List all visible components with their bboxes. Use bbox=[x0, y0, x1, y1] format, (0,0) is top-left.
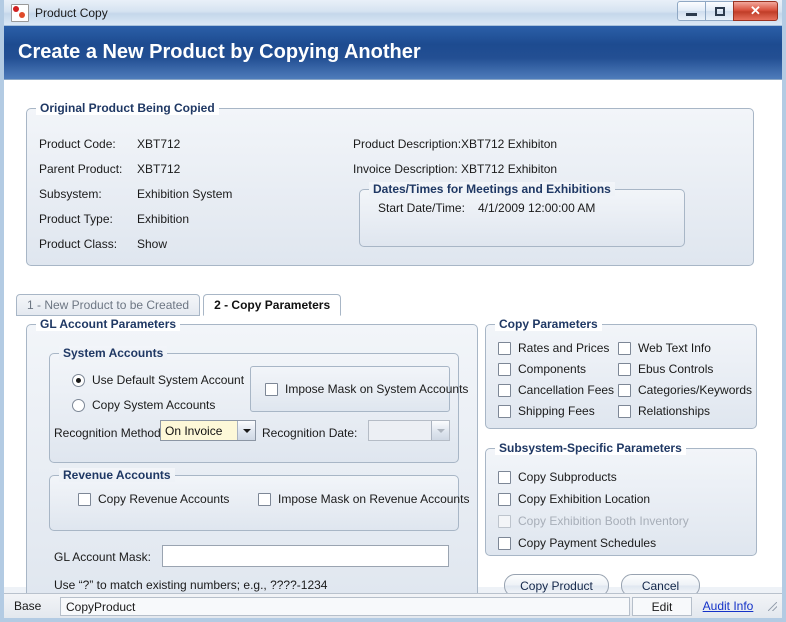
checkbox-rates-and-prices-label: Rates and Prices bbox=[518, 341, 609, 355]
product-code-label: Product Code: bbox=[39, 137, 116, 151]
chevron-down-icon[interactable] bbox=[237, 421, 255, 440]
page-header: Create a New Product by Copying Another bbox=[4, 26, 782, 80]
subsystem-specific-parameters-group: Subsystem-Specific Parameters Copy Subpr… bbox=[485, 448, 757, 556]
gl-account-parameters-legend: GL Account Parameters bbox=[36, 317, 180, 331]
checkbox-copy-revenue-accounts-label: Copy Revenue Accounts bbox=[98, 492, 229, 506]
dates-times-legend: Dates/Times for Meetings and Exhibitions bbox=[369, 182, 615, 196]
product-type-value: Exhibition bbox=[137, 212, 189, 226]
chevron-down-icon-disabled bbox=[431, 421, 449, 440]
checkbox-relationships-label: Relationships bbox=[638, 404, 710, 418]
recognition-method-select[interactable]: On Invoice bbox=[160, 420, 256, 441]
checkbox-categories-keywords[interactable] bbox=[618, 384, 631, 397]
page-title: Create a New Product by Copying Another bbox=[18, 41, 421, 64]
checkbox-cancellation-fees[interactable] bbox=[498, 384, 511, 397]
invoice-description-value: XBT712 Exhibiton bbox=[461, 162, 557, 176]
checkbox-web-text-info[interactable] bbox=[618, 342, 631, 355]
minimize-icon bbox=[686, 13, 697, 16]
product-copy-window: Product Copy ✕ Create a New Product by C… bbox=[0, 0, 786, 622]
checkbox-impose-mask-on-system-accounts-label: Impose Mask on System Accounts bbox=[285, 382, 468, 396]
status-form-name: CopyProduct bbox=[60, 597, 630, 616]
checkbox-shipping-fees[interactable] bbox=[498, 405, 511, 418]
checkbox-cancellation-fees-label: Cancellation Fees bbox=[518, 383, 614, 397]
close-button[interactable]: ✕ bbox=[733, 1, 778, 21]
checkbox-copy-subproducts[interactable] bbox=[498, 471, 511, 484]
minimize-button[interactable] bbox=[677, 1, 706, 21]
tab-new-product-to-be-created[interactable]: 1 - New Product to be Created bbox=[16, 294, 200, 316]
checkbox-copy-subproducts-label: Copy Subproducts bbox=[518, 470, 617, 484]
checkbox-copy-revenue-accounts[interactable] bbox=[78, 493, 91, 506]
status-edit-button[interactable]: Edit bbox=[632, 597, 692, 616]
subsystem-label: Subsystem: bbox=[39, 187, 102, 201]
checkbox-shipping-fees-label: Shipping Fees bbox=[518, 404, 595, 418]
copy-parameters-group: Copy Parameters Rates and Prices Compone… bbox=[485, 324, 757, 429]
impose-mask-system-panel: Impose Mask on System Accounts bbox=[250, 366, 450, 412]
parent-product-value: XBT712 bbox=[137, 162, 180, 176]
status-bar: Base CopyProduct Edit Audit Info bbox=[4, 593, 782, 618]
radio-copy-system-accounts[interactable] bbox=[72, 399, 85, 412]
product-class-label: Product Class: bbox=[39, 237, 117, 251]
resize-grip-icon[interactable] bbox=[766, 600, 778, 612]
checkbox-components-label: Components bbox=[518, 362, 586, 376]
product-code-value: XBT712 bbox=[137, 137, 180, 151]
checkbox-ebus-controls[interactable] bbox=[618, 363, 631, 376]
maximize-icon bbox=[715, 7, 725, 16]
checkbox-categories-keywords-label: Categories/Keywords bbox=[638, 383, 752, 397]
copy-parameters-legend: Copy Parameters bbox=[495, 317, 602, 331]
dialog-body: Original Product Being Copied Product Co… bbox=[4, 80, 782, 587]
checkbox-copy-exhibition-booth-inventory-label: Copy Exhibition Booth Inventory bbox=[518, 514, 689, 528]
invoice-description-label: Invoice Description: bbox=[353, 162, 458, 176]
checkbox-copy-payment-schedules[interactable] bbox=[498, 537, 511, 550]
checkbox-copy-exhibition-location[interactable] bbox=[498, 493, 511, 506]
window-controls: ✕ bbox=[678, 1, 778, 21]
product-description-label: Product Description: bbox=[353, 137, 461, 151]
radio-use-default-system-account-label: Use Default System Account bbox=[92, 373, 244, 387]
original-product-group: Original Product Being Copied Product Co… bbox=[26, 108, 754, 266]
radio-use-default-system-account[interactable] bbox=[72, 374, 85, 387]
system-accounts-group: System Accounts Use Default System Accou… bbox=[49, 353, 459, 463]
product-copy-icon bbox=[11, 4, 29, 22]
gl-account-mask-hint: Use “?” to match existing numbers; e.g.,… bbox=[54, 578, 327, 592]
checkbox-copy-exhibition-booth-inventory bbox=[498, 515, 511, 528]
subsystem-value: Exhibition System bbox=[137, 187, 232, 201]
subsystem-specific-parameters-legend: Subsystem-Specific Parameters bbox=[495, 441, 686, 455]
checkbox-impose-mask-on-revenue-accounts-label: Impose Mask on Revenue Accounts bbox=[278, 492, 469, 506]
checkbox-ebus-controls-label: Ebus Controls bbox=[638, 362, 713, 376]
window-title: Product Copy bbox=[35, 6, 108, 20]
checkbox-impose-mask-on-system-accounts[interactable] bbox=[265, 383, 278, 396]
radio-copy-system-accounts-label: Copy System Accounts bbox=[92, 398, 215, 412]
gl-account-mask-input[interactable] bbox=[162, 545, 449, 567]
revenue-accounts-group: Revenue Accounts Copy Revenue Accounts I… bbox=[49, 475, 459, 531]
recognition-method-label: Recognition Method: bbox=[54, 426, 164, 440]
product-type-label: Product Type: bbox=[39, 212, 113, 226]
tab-strip: 1 - New Product to be Created 2 - Copy P… bbox=[16, 294, 341, 316]
start-datetime-value: 4/1/2009 12:00:00 AM bbox=[478, 201, 595, 215]
maximize-button[interactable] bbox=[705, 1, 734, 21]
checkbox-impose-mask-on-revenue-accounts[interactable] bbox=[258, 493, 271, 506]
checkbox-web-text-info-label: Web Text Info bbox=[638, 341, 711, 355]
recognition-date-label: Recognition Date: bbox=[262, 426, 357, 440]
tab-copy-parameters[interactable]: 2 - Copy Parameters bbox=[203, 294, 341, 316]
recognition-date-select[interactable] bbox=[368, 420, 450, 441]
window-title-bar[interactable]: Product Copy ✕ bbox=[4, 0, 782, 26]
gl-account-parameters-group: GL Account Parameters System Accounts Us… bbox=[26, 324, 478, 612]
checkbox-rates-and-prices[interactable] bbox=[498, 342, 511, 355]
checkbox-relationships[interactable] bbox=[618, 405, 631, 418]
system-accounts-legend: System Accounts bbox=[59, 346, 167, 360]
product-description-value: XBT712 Exhibiton bbox=[461, 137, 557, 151]
product-class-value: Show bbox=[137, 237, 167, 251]
checkbox-copy-payment-schedules-label: Copy Payment Schedules bbox=[518, 536, 656, 550]
original-product-legend: Original Product Being Copied bbox=[36, 101, 219, 115]
dates-times-group: Dates/Times for Meetings and Exhibitions… bbox=[359, 189, 685, 247]
parent-product-label: Parent Product: bbox=[39, 162, 122, 176]
recognition-method-value: On Invoice bbox=[161, 424, 237, 438]
status-base-label: Base bbox=[8, 597, 60, 616]
checkbox-components[interactable] bbox=[498, 363, 511, 376]
start-datetime-label: Start Date/Time: bbox=[378, 201, 465, 215]
audit-info-link[interactable]: Audit Info bbox=[692, 597, 764, 616]
checkbox-copy-exhibition-location-label: Copy Exhibition Location bbox=[518, 492, 650, 506]
gl-account-mask-label: GL Account Mask: bbox=[54, 550, 151, 564]
revenue-accounts-legend: Revenue Accounts bbox=[59, 468, 175, 482]
